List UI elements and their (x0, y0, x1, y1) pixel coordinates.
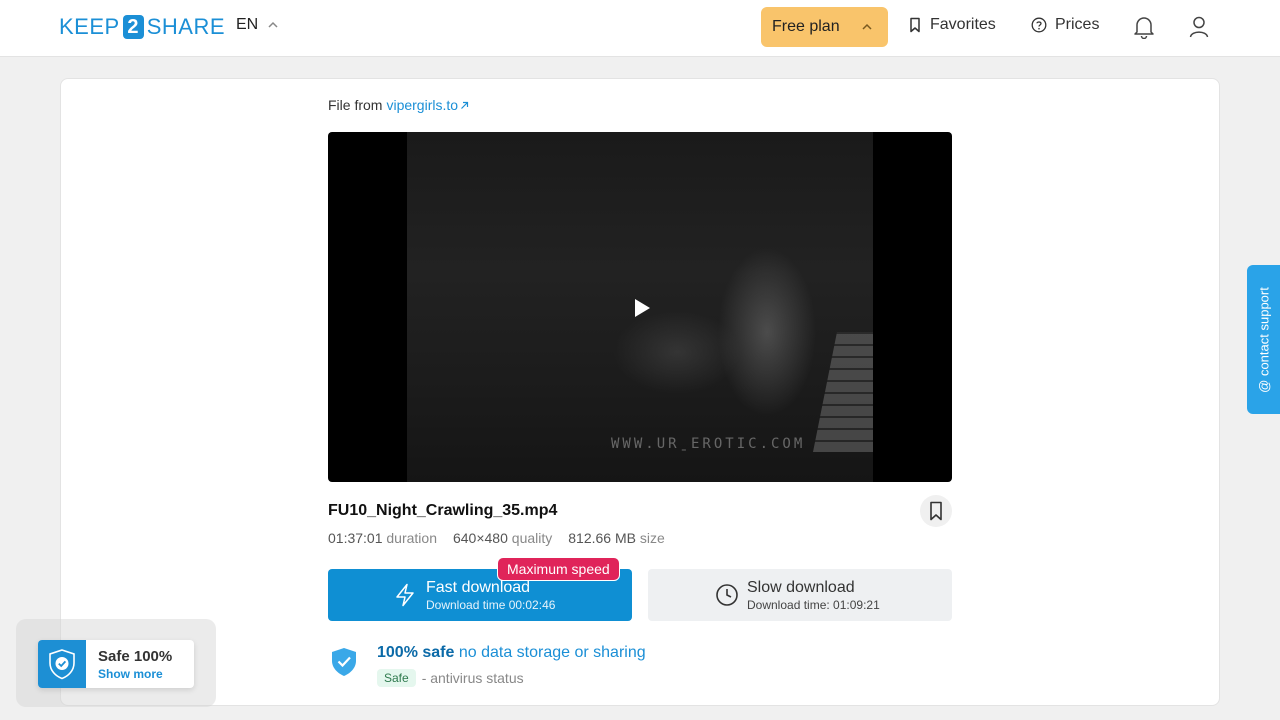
logo-text-left: KEEP (59, 14, 120, 39)
duration-value: 01:37:01 (328, 530, 383, 546)
video-watermark: WWW.URˍEROTIC.COM (611, 436, 806, 452)
safety-headline: 100% safe no data storage or sharing (377, 644, 646, 662)
safety-headline-bold: 100% safe (377, 644, 455, 661)
quality-info: 640×480 quality (453, 530, 552, 546)
keep2share-logo[interactable]: KEEP 2 SHARE (59, 14, 225, 40)
chevron-up-icon (862, 23, 872, 30)
favorites-label: Favorites (930, 16, 996, 33)
maximum-speed-badge: Maximum speed (497, 557, 620, 581)
duration-label: duration (386, 530, 437, 546)
quality-value: 640×480 (452, 530, 508, 546)
source-link[interactable]: vipergirls.to (386, 97, 469, 113)
logo-number: 2 (122, 15, 144, 39)
bell-icon (1134, 17, 1154, 39)
notifications-button[interactable] (1131, 14, 1157, 40)
clock-icon (716, 584, 738, 606)
safety-headline-rest: no data storage or sharing (458, 644, 646, 661)
external-link-icon (461, 101, 469, 109)
shield-check-icon (332, 648, 356, 676)
video-preview[interactable]: WWW.URˍEROTIC.COM (328, 132, 952, 482)
lightning-icon (396, 583, 414, 607)
add-to-favorites-button[interactable] (920, 495, 952, 527)
file-name: FU10_Night_Crawling_35.mp4 (328, 502, 558, 519)
safe-widget-icon-box (38, 640, 86, 688)
size-value: 812.66 MB (568, 530, 636, 546)
slow-download-button[interactable]: Slow download Download time: 01:09:21 (648, 569, 952, 621)
account-button[interactable] (1186, 14, 1212, 40)
nav-favorites[interactable]: Favorites (908, 16, 996, 34)
antivirus-status: Safe - antivirus status (377, 669, 524, 687)
antivirus-safe-badge: Safe (377, 669, 416, 687)
slow-download-label: Slow download (747, 579, 855, 596)
bookmark-icon (930, 501, 942, 521)
contact-support-label: @ contact support (1256, 286, 1271, 393)
prices-label: Prices (1055, 16, 1100, 33)
user-icon (1189, 16, 1209, 38)
safe-widget-show-more[interactable]: Show more (98, 667, 163, 681)
fast-download-label: Fast download (426, 579, 531, 596)
nav-prices[interactable]: Prices (1031, 16, 1099, 34)
antivirus-label: - antivirus status (421, 670, 524, 686)
free-plan-button[interactable]: Free plan (761, 7, 888, 47)
contact-support-tab[interactable]: @ contact support (1247, 265, 1280, 414)
language-label: EN (236, 16, 259, 33)
safe-widget-title: Safe 100% (98, 648, 173, 665)
quality-label: quality (511, 530, 553, 546)
source-prefix: File from (328, 97, 383, 113)
size-label: size (639, 530, 665, 546)
logo-text-right: SHARE (146, 14, 225, 39)
source-link-text: vipergirls.to (386, 97, 459, 113)
video-scene-detail (813, 332, 873, 452)
fast-download-time: Download time 00:02:46 (426, 598, 556, 612)
chevron-up-icon (268, 21, 278, 28)
language-selector[interactable]: EN (236, 16, 278, 34)
help-circle-icon (1031, 17, 1047, 33)
slow-download-time: Download time: 01:09:21 (747, 598, 880, 612)
size-info: 812.66 MB size (568, 530, 665, 546)
safe-100-widget[interactable]: Safe 100% Show more (38, 640, 194, 688)
shield-check-icon (49, 649, 75, 680)
file-meta: 01:37:01 duration 640×480 quality 812.66… (328, 530, 665, 546)
plan-label: Free plan (772, 18, 840, 35)
bookmark-icon (910, 17, 920, 33)
play-icon[interactable] (632, 298, 652, 318)
file-source: File from vipergirls.to (328, 97, 469, 113)
duration-info: 01:37:01 duration (328, 530, 437, 546)
top-header: KEEP 2 SHARE EN Free plan Favorites Pric… (0, 0, 1280, 57)
